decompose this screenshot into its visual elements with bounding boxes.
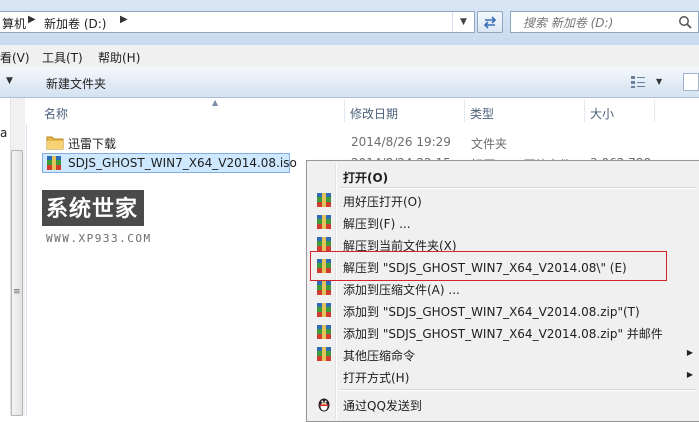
search-box[interactable]: [510, 11, 699, 33]
archive-icon: [317, 281, 331, 295]
nav-item-partial[interactable]: a: [0, 126, 7, 140]
breadcrumb-separator-icon[interactable]: ▶: [120, 14, 128, 25]
menu-view[interactable]: 看(V): [0, 49, 30, 66]
address-history-dropdown[interactable]: ▼: [452, 12, 474, 32]
column-size[interactable]: 大小: [590, 105, 614, 122]
menu-item-open-with[interactable]: 打开方式(H) ▶: [309, 365, 697, 387]
navigation-scrollbar-thumb[interactable]: [11, 150, 23, 416]
menu-item-open-with-haozip[interactable]: 用好压打开(O): [309, 189, 697, 211]
view-dropdown-icon[interactable]: ▼: [656, 77, 662, 86]
watermark-logo: 系统世家: [42, 190, 145, 226]
menu-help[interactable]: 帮助(H): [98, 49, 140, 66]
file-row-xunlei-download[interactable]: 迅雷下载 2014/8/26 19:29 文件夹: [42, 132, 642, 152]
address-bar[interactable]: 算机 ▶ 新加卷 (D:) ▶ ▼: [0, 11, 475, 33]
breadcrumb-separator-icon[interactable]: ▶: [28, 14, 36, 25]
search-icon[interactable]: [678, 15, 692, 29]
archive-icon: [317, 303, 331, 317]
archive-icon: [317, 237, 331, 251]
command-bar: ▼ 新建文件夹 ▼: [0, 67, 699, 98]
refresh-button[interactable]: [477, 11, 503, 33]
column-divider[interactable]: [344, 100, 345, 122]
menu-item-other-compress-commands[interactable]: 其他压缩命令 ▶: [309, 343, 697, 365]
view-options-icon[interactable]: [630, 75, 646, 89]
sort-ascending-icon: ▲: [212, 98, 219, 107]
file-name: SDJS_GHOST_WIN7_X64_V2014.08.iso: [68, 156, 297, 170]
refresh-icon: [483, 16, 497, 29]
column-headers: ▲ 名称 修改日期 类型 大小: [26, 98, 699, 124]
breadcrumb-drive-d[interactable]: 新加卷 (D:): [44, 15, 106, 32]
submenu-arrow-icon: ▶: [686, 370, 693, 379]
menu-separator: [340, 389, 696, 391]
scroll-grip-icon: ≡: [13, 287, 21, 297]
search-input[interactable]: [521, 13, 685, 33]
menu-item-extract-to[interactable]: 解压到(F) ...: [309, 211, 697, 233]
submenu-arrow-icon: ▶: [686, 348, 693, 357]
context-menu: 打开(O) 用好压打开(O) 解压到(F) ... 解压到当前文件夹(X) 解压…: [306, 160, 699, 422]
column-divider[interactable]: [464, 100, 465, 122]
column-name[interactable]: 名称: [44, 105, 68, 122]
highlight-annotation-box: [310, 251, 667, 281]
menu-item-send-via-qq[interactable]: 通过QQ发送到: [309, 393, 697, 415]
address-bar-area: 算机 ▶ 新加卷 (D:) ▶ ▼: [0, 0, 699, 45]
archive-icon: [317, 325, 331, 339]
archive-icon: [47, 156, 61, 170]
archive-icon: [317, 347, 331, 361]
column-date-modified[interactable]: 修改日期: [350, 105, 398, 122]
column-divider[interactable]: [584, 100, 585, 122]
breadcrumb-computer[interactable]: 算机: [2, 15, 26, 32]
column-type[interactable]: 类型: [470, 105, 494, 122]
new-folder-button[interactable]: 新建文件夹: [46, 75, 106, 92]
archive-icon: [317, 193, 331, 207]
organize-dropdown-icon[interactable]: ▼: [6, 76, 13, 86]
menu-item-open[interactable]: 打开(O): [309, 165, 697, 187]
folder-icon: [46, 136, 64, 150]
file-date: 2014/8/26 19:29: [351, 135, 451, 149]
column-divider[interactable]: [654, 100, 655, 122]
menu-item-add-to-zip[interactable]: 添加到 "SDJS_GHOST_WIN7_X64_V2014.08.zip"(T…: [309, 299, 697, 321]
file-type: 文件夹: [471, 137, 508, 151]
archive-icon: [317, 215, 331, 229]
preview-pane-button[interactable]: [683, 73, 699, 91]
watermark-url: WWW.XP933.COM: [46, 232, 152, 245]
qq-penguin-icon: [318, 398, 330, 412]
menu-bar: 看(V) 工具(T) 帮助(H): [0, 45, 699, 68]
menu-item-add-to-zip-and-email[interactable]: 添加到 "SDJS_GHOST_WIN7_X64_V2014.08.zip" 并…: [309, 321, 697, 343]
menu-tools[interactable]: 工具(T): [42, 49, 83, 66]
file-name: 迅雷下载: [68, 137, 117, 151]
